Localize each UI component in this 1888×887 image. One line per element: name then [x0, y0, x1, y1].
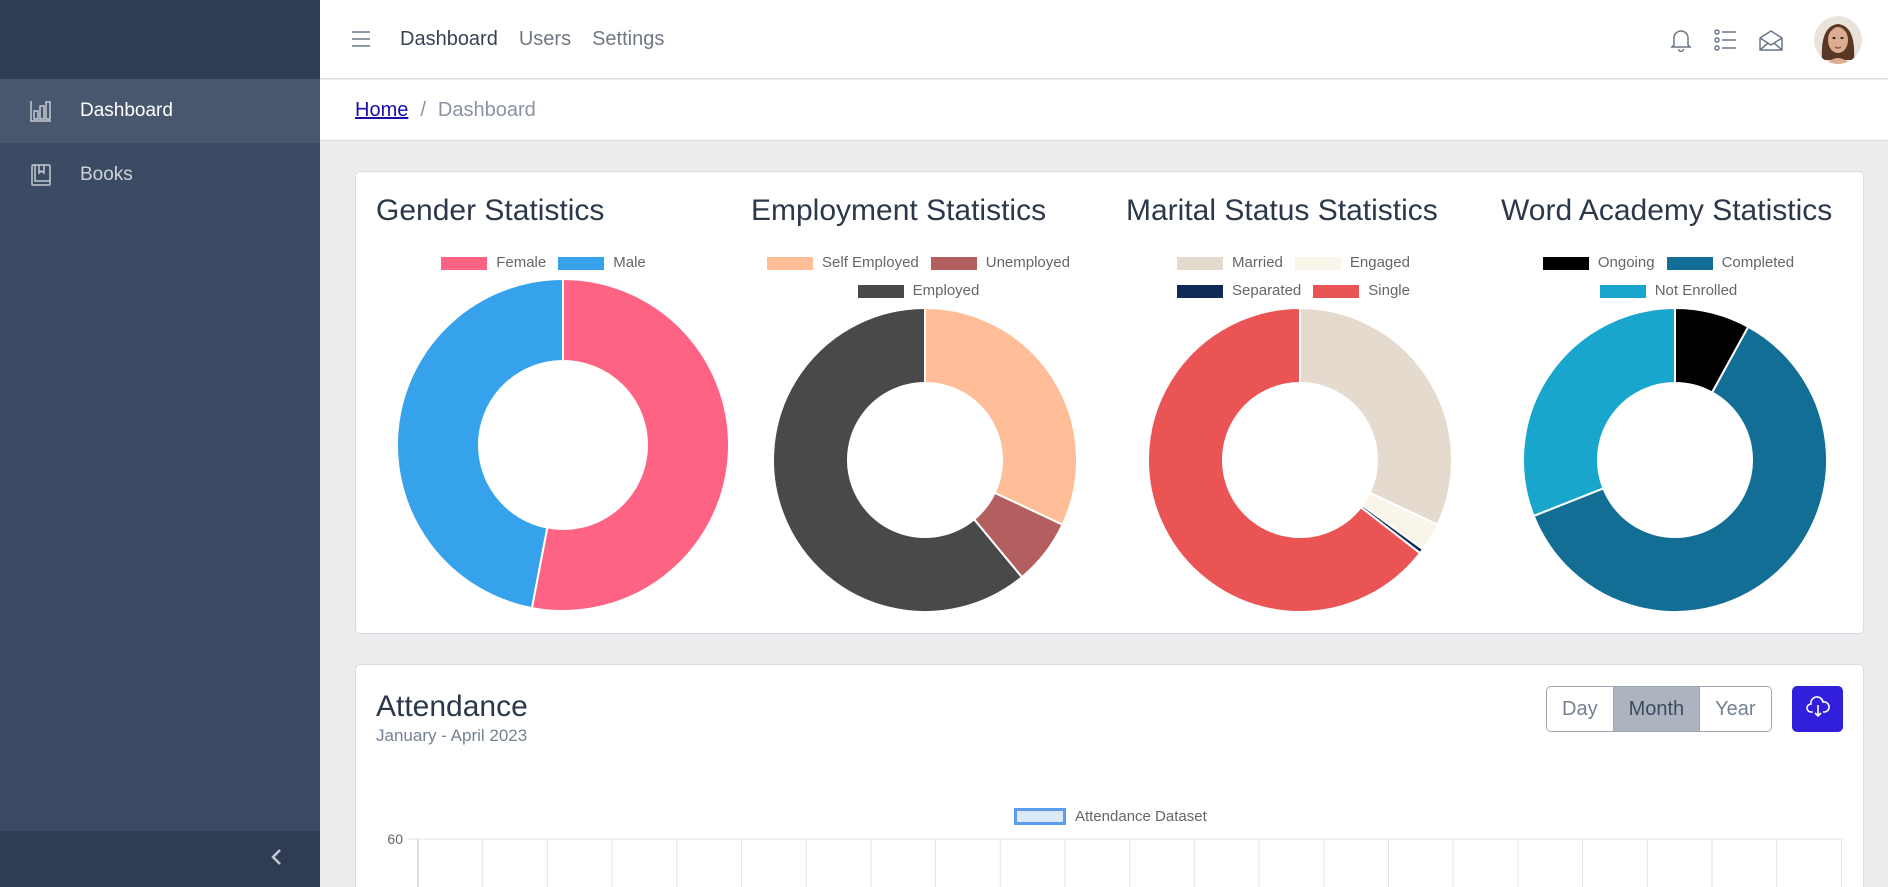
employment-donut-chart: [772, 306, 1078, 613]
attendance-subtitle: January - April 2023: [376, 726, 528, 745]
attendance-bar-chart: 60: [387, 831, 1843, 887]
marital-donut-chart: [1147, 306, 1453, 613]
header: Dashboard Users Settings: [320, 0, 1888, 79]
month-button[interactable]: Month: [1613, 687, 1701, 731]
donut-slice-self-employed[interactable]: [924, 306, 1078, 527]
download-button[interactable]: [1792, 686, 1843, 732]
sidebar: Dashboard Books: [0, 0, 320, 887]
attendance-title: Attendance: [376, 690, 528, 723]
breadcrumb-home-link[interactable]: Home: [355, 99, 408, 122]
day-button[interactable]: Day: [1547, 687, 1614, 731]
donut-slice-married[interactable]: [1299, 306, 1453, 527]
donut-slice-male[interactable]: [396, 277, 564, 610]
period-button-group: Day Month Year: [1546, 686, 1772, 732]
envelope-icon[interactable]: [1758, 27, 1784, 53]
legend-label: Attendance Dataset: [1075, 808, 1207, 825]
list-icon[interactable]: [1713, 27, 1739, 53]
breadcrumb-separator: /: [420, 98, 426, 121]
breadcrumb-current: Dashboard: [437, 98, 536, 121]
header-link-settings[interactable]: Settings: [592, 28, 664, 51]
cloud-download-icon: [1805, 695, 1830, 723]
marital-status-statistics: Marital Status Statistics Married Engaged…: [1106, 172, 1481, 632]
sidebar-item-label: Dashboard: [80, 100, 173, 121]
header-link-dashboard[interactable]: Dashboard: [400, 28, 498, 51]
sidebar-item-dashboard[interactable]: Dashboard: [0, 79, 320, 143]
attendance-legend: Attendance Dataset: [1014, 808, 1207, 825]
book-icon: [28, 161, 54, 189]
hamburger-icon[interactable]: [350, 29, 372, 49]
legend-swatch: [1014, 808, 1066, 825]
header-right: [1649, 0, 1862, 79]
gender-donut-chart: [396, 277, 730, 612]
word-academy-statistics: Word Academy Statistics Ongoing Completed…: [1481, 172, 1856, 632]
sidebar-nav: Dashboard Books: [0, 79, 320, 207]
header-nav: Dashboard Users Settings: [400, 28, 685, 51]
gender-statistics: Gender Statistics Female Male: [356, 172, 731, 632]
statistics-card: Gender Statistics Female Male Employment …: [355, 171, 1864, 634]
bar-chart-icon: [28, 97, 54, 125]
bell-icon[interactable]: [1668, 27, 1694, 53]
sidebar-toggler[interactable]: [0, 831, 320, 887]
word-academy-donut-chart: [1522, 306, 1828, 613]
breadcrumb: Home / Dashboard: [320, 80, 1888, 141]
attendance-card: Attendance January - April 2023 Day Mont…: [355, 664, 1864, 887]
chevron-left-icon: [270, 848, 284, 871]
employment-statistics: Employment Statistics Self Employed Unemp…: [731, 172, 1106, 632]
sidebar-item-books[interactable]: Books: [0, 143, 320, 207]
sidebar-brand: [0, 0, 320, 79]
avatar[interactable]: [1814, 15, 1862, 64]
year-button[interactable]: Year: [1700, 687, 1771, 731]
chart-grid: [408, 838, 1843, 887]
sidebar-item-label: Books: [80, 164, 133, 185]
donut-slice-not-enrolled[interactable]: [1522, 306, 1676, 518]
y-tick-label: 60: [387, 831, 403, 847]
header-link-users[interactable]: Users: [519, 28, 571, 51]
